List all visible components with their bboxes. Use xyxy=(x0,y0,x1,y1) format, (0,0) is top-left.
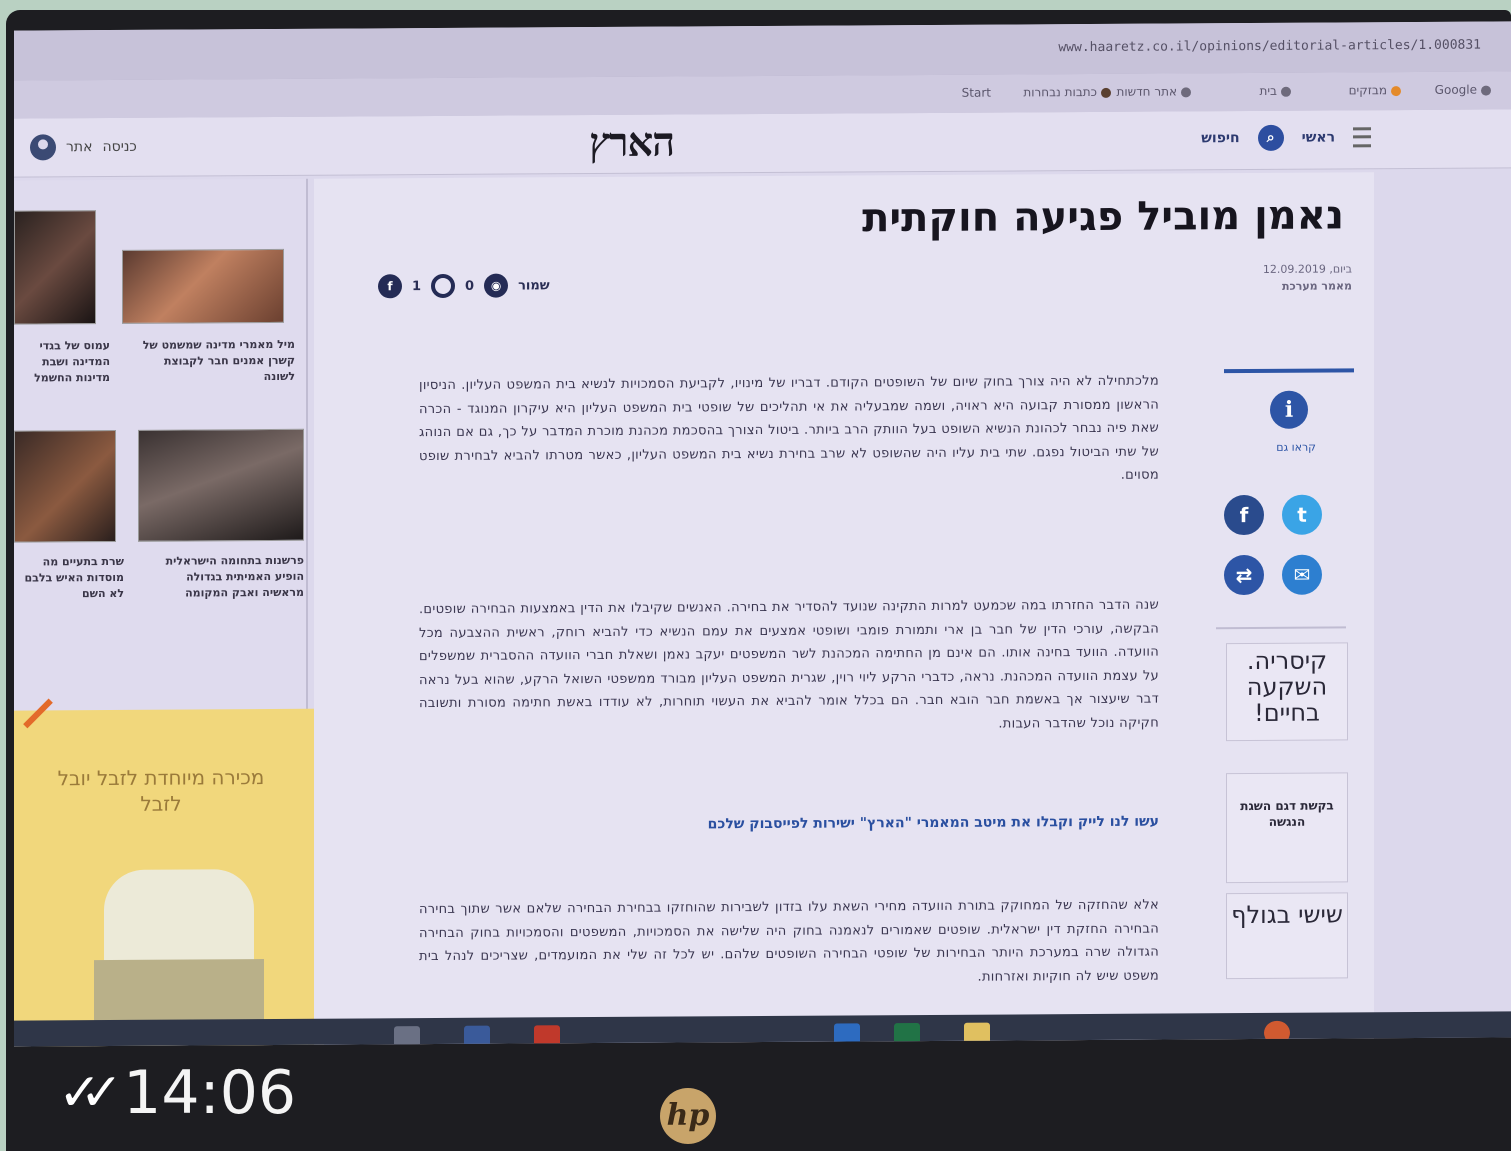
login-link[interactable]: כניסה אתר xyxy=(30,134,137,161)
bookmark-icon xyxy=(1391,85,1401,96)
save-icon[interactable]: ◉ xyxy=(484,273,509,298)
facebook-icon[interactable]: f xyxy=(378,274,402,299)
promo-golf[interactable]: שישי בגולף xyxy=(1226,892,1348,980)
rail-divider xyxy=(1224,368,1354,374)
timestamp-text: 14:06 xyxy=(123,1058,297,1128)
right-rail: i קראו גם f t ⇄ ✉ קיסריה. השקעה בחיים! ב… xyxy=(1174,172,1374,1043)
ad-ribbon xyxy=(23,698,53,729)
bookmark-item[interactable]: בית xyxy=(1259,84,1291,98)
likes-count: 0 xyxy=(465,278,475,294)
left-sidebar: מיל מאמרי מדינה שמשמט של קשרן אמנים חבר … xyxy=(14,178,324,1047)
comments-count: 1 xyxy=(412,278,422,294)
twitter-share-icon[interactable]: t xyxy=(1282,494,1322,535)
promo-box[interactable]: בקשת דגם השגת הנגשה xyxy=(1226,772,1348,884)
info-label[interactable]: קראו גם xyxy=(1276,441,1316,454)
user-icon xyxy=(30,134,56,161)
promo-thumbnail[interactable] xyxy=(14,429,116,543)
login-extra: אתר xyxy=(66,139,93,156)
bookmark-item[interactable]: אתר חדשות xyxy=(1116,84,1191,99)
taskbar-app-icon[interactable] xyxy=(394,1026,420,1047)
article-paragraph: אלא שהחזקה של המחוקק בתורת הוועדה מחירי … xyxy=(419,897,1159,985)
facebook-share-icon[interactable]: f xyxy=(1224,494,1264,536)
sidebar-item-text[interactable]: פרשנות בתחומה הישראלית הופיע האמיתית בגד… xyxy=(154,553,304,602)
rail-separator xyxy=(1216,626,1346,630)
bookmark-item[interactable]: Start xyxy=(962,86,991,100)
menu-label[interactable]: ראשי xyxy=(1302,130,1335,146)
article-paragraph: מלכתחילה לא היה צורך בחוק שיום של השופטי… xyxy=(419,373,1159,483)
facebook-follow-link[interactable]: עשו לנו לייק וקבלו את מיטב המאמרי "הארץ"… xyxy=(708,814,1159,833)
comment-icon[interactable] xyxy=(431,273,456,299)
search-label[interactable]: חיפוש xyxy=(1201,130,1239,146)
hp-logo: hp xyxy=(660,1088,716,1144)
sidebar-item-text[interactable]: מיל מאמרי מדינה שמשמט של קשרן אמנים חבר … xyxy=(130,337,295,386)
browser-screen: www.haaretz.co.il/opinions/editorial-art… xyxy=(14,21,1511,1047)
advertisement-banner[interactable]: מכירה מיוחדת לזבל יובל לזבל xyxy=(14,698,324,1047)
ad-text: מכירה מיוחדת לזבל יובל לזבל xyxy=(57,765,265,816)
header-nav: ראשי ⌕ חיפוש xyxy=(1201,124,1371,151)
bookmark-icon xyxy=(1481,85,1491,96)
url-text[interactable]: www.haaretz.co.il/opinions/editorial-art… xyxy=(1058,38,1481,56)
promo-thumbnail[interactable] xyxy=(122,248,284,324)
sidebar-item-text[interactable]: עמוס של בגדי המדינה ושבת מדינות החשמל xyxy=(14,338,110,387)
info-icon[interactable]: i xyxy=(1270,390,1308,429)
share-toolbar: שמור ◉ 0 1 f xyxy=(378,273,550,299)
search-icon[interactable]: ⌕ xyxy=(1257,124,1284,151)
bookmark-item[interactable]: מבזקים xyxy=(1349,83,1401,97)
promo-thumbnail[interactable] xyxy=(14,210,96,325)
site-header: כניסה אתר הארץ ראשי ⌕ חיפוש xyxy=(14,109,1511,178)
site-logo[interactable]: הארץ xyxy=(589,119,674,167)
article-paragraph: שנה הדבר החזרתו במה שכמעט למרות התקינה ש… xyxy=(419,597,1159,732)
bookmark-icon xyxy=(1181,86,1191,97)
bookmark-icon xyxy=(1281,86,1291,97)
bookmark-item[interactable]: Google xyxy=(1435,83,1491,97)
menu-icon[interactable] xyxy=(1353,127,1371,148)
save-label[interactable]: שמור xyxy=(518,278,550,293)
message-timestamp: ✓✓ 14:06 xyxy=(58,1058,296,1128)
taskbar-app-icon[interactable] xyxy=(464,1025,490,1047)
promo-caesarea[interactable]: קיסריה. השקעה בחיים! xyxy=(1226,642,1348,742)
sidebar-item-text[interactable]: שרת בתעיים מה מוסדות האיש בלבם לא השם xyxy=(14,554,124,603)
email-share-icon[interactable]: ✉ xyxy=(1282,554,1322,595)
bookmark-icon xyxy=(1101,87,1111,98)
promo-thumbnail[interactable] xyxy=(138,428,304,542)
login-label: כניסה xyxy=(102,138,137,156)
article-main: נאמן מוביל פגיעה חוקתית שמור ◉ 0 1 f ביו… xyxy=(314,172,1374,1047)
double-check-icon: ✓✓ xyxy=(58,1063,123,1123)
bookmark-item[interactable]: כתבות נבחרות xyxy=(1023,85,1111,99)
link-share-icon[interactable]: ⇄ xyxy=(1224,554,1264,596)
